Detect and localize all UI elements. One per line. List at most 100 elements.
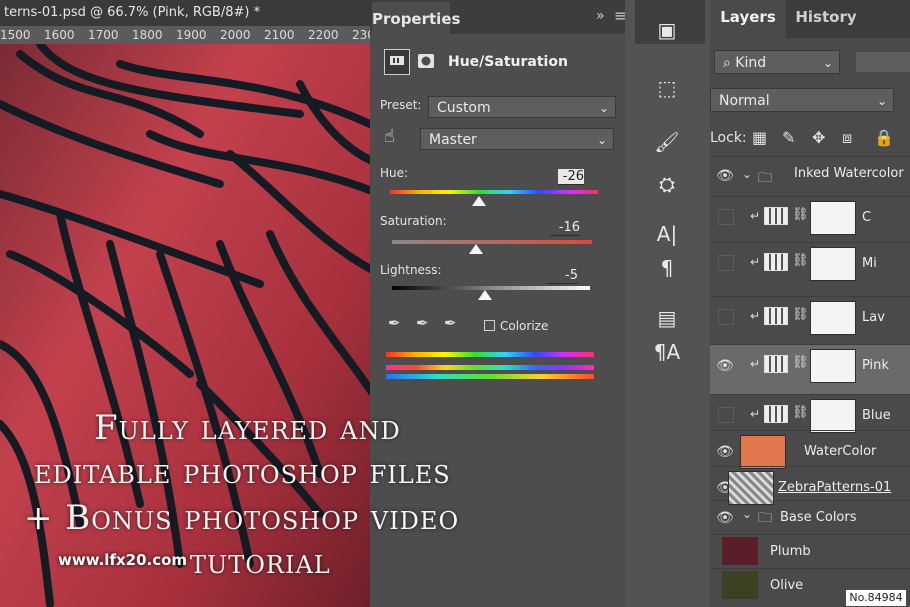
headline-line-4: tutorial [190,542,331,582]
layer-name: C [862,210,872,225]
eyedropper-icon[interactable]: ✒ [388,314,401,332]
layer-mask-thumbnail[interactable] [810,399,856,433]
hue-value-field[interactable]: -26 [558,169,584,185]
link-icon[interactable]: ⛓ [792,355,809,370]
preset-value: Custom [437,100,491,116]
lock-all-icon[interactable]: 🔒 [874,128,894,147]
item-number-badge: No.84984 [846,590,906,606]
libraries-icon[interactable]: ▣ [649,12,685,48]
layer-mask-thumbnail[interactable] [810,247,856,281]
channel-dropdown[interactable]: Master ⌄ [420,128,614,150]
eye-icon[interactable]: 👁 [710,345,740,387]
targeted-adjustment-hand-icon[interactable]: ☝ [384,126,395,147]
adjustment-icon [764,405,788,423]
chevron-down-icon: ⌄ [596,133,607,147]
layer-group-row[interactable]: 👁 ⌄ 🗀 Inked Watercolor [710,156,910,194]
3d-icon[interactable]: ⬚ [649,70,685,106]
clipping-arrow-icon: ↵ [750,209,761,223]
source-color-bar [386,352,594,357]
clipping-arrow-icon: ↵ [750,255,761,269]
brush-presets-icon[interactable]: 🖌 [649,124,685,160]
visibility-toggle[interactable] [718,309,734,325]
character-icon[interactable]: A| [649,216,685,252]
lightness-value-field[interactable]: -5 [548,268,578,284]
tab-history[interactable]: History [786,0,866,38]
clipping-arrow-icon: ↵ [750,407,761,421]
visibility-toggle[interactable] [718,255,734,271]
ruler-tick: 1800 [132,28,163,42]
colorize-checkbox[interactable] [484,320,495,331]
saturation-slider-track[interactable] [392,240,592,244]
horizontal-ruler: 1500160017001800190020002100220023002400 [0,26,380,44]
visibility-toggle[interactable] [718,407,734,423]
link-icon[interactable]: ⛓ [792,253,809,268]
hue-slider-track[interactable] [390,190,598,194]
paragraph-icon[interactable]: ¶ [649,250,685,286]
visibility-cell[interactable] [710,297,740,339]
preset-label: Preset: [380,98,422,112]
ruler-tick: 1600 [44,28,75,42]
layer-row-pink[interactable]: 👁 ↵ ⛓ Pink [710,344,910,394]
lock-transparent-icon[interactable]: ▦ [752,128,767,147]
layer-name: Pink [862,358,889,373]
ruler-tick: 2100 [264,28,295,42]
preset-dropdown[interactable]: Custom ⌄ [428,96,616,118]
chevron-down-icon: ⌄ [876,94,887,108]
result-color-bar-lower [386,374,594,379]
blend-mode-value: Normal [719,93,770,109]
visibility-toggle[interactable] [718,209,734,225]
eyedropper-add-icon[interactable]: ✒ [416,314,429,332]
properties-tab[interactable]: Properties [372,2,460,34]
layer-filter-kind[interactable]: ⌕ Kind ⌄ [714,50,840,74]
hue-label: Hue: [380,166,409,180]
layer-thumbnail[interactable] [728,471,774,505]
layer-mask-thumbnail[interactable] [810,349,856,383]
layer-row-zebrapatterns-01[interactable]: 👁↵ZebraPatterns-01 [710,466,910,510]
saturation-value-field[interactable]: -16 [550,220,580,236]
chevron-down-icon[interactable]: ⌄ [742,167,752,181]
lightness-slider-thumb[interactable] [478,290,493,300]
ruler-tick: 1500 [0,28,31,42]
visibility-cell[interactable] [710,197,740,239]
eyedropper-subtract-icon[interactable]: ✒ [444,314,457,332]
layer-row-mi[interactable]: ↵ ⛓ Mi [710,242,910,286]
search-icon: ⌕ [723,55,731,71]
color-fill-thumbnail [722,537,758,565]
layer-name: Mi [862,256,877,271]
character-styles-icon[interactable]: ▤ [649,300,685,336]
website-link[interactable]: www.lfx20.com [58,551,187,569]
colorize-label: Colorize [500,319,549,333]
link-icon[interactable]: ⛓ [792,405,809,420]
saturation-slider-thumb[interactable] [469,244,483,254]
channel-value: Master [429,132,477,148]
blend-mode-dropdown[interactable]: Normal ⌄ [710,88,894,112]
document-tab[interactable]: terns-01.psd @ 66.7% (Pink, RGB/8#) * [0,0,380,26]
link-icon[interactable]: ⛓ [792,307,809,322]
layer-row-lav[interactable]: ↵ ⛓ Lav [710,296,910,340]
layer-mask-thumbnail[interactable] [810,201,856,235]
layer-thumbnail[interactable] [740,435,786,469]
lock-position-icon[interactable]: ✥ [812,128,825,147]
lock-image-icon[interactable]: ✎ [782,128,795,147]
link-icon[interactable]: ⛓ [792,207,809,222]
layer-mask-icon[interactable] [414,49,438,73]
chevron-down-icon: ⌄ [598,101,609,115]
lightness-label: Lightness: [380,263,442,277]
tab-layers[interactable]: Layers [710,0,786,38]
clone-source-icon[interactable]: ⛭ [649,166,685,202]
layer-row-c[interactable]: ↵ ⛓ C [710,196,910,240]
visibility-cell[interactable] [710,243,740,285]
layer-mask-thumbnail[interactable] [810,301,856,335]
layer-row-plumb[interactable]: Plumb [710,534,910,568]
adjustment-icon [764,253,788,271]
paragraph-styles-icon[interactable]: ¶A [649,334,685,370]
filter-toggle-icon[interactable] [856,52,910,72]
collapse-icon[interactable]: » [596,8,605,24]
lock-artboard-icon[interactable]: ⧈ [842,128,852,148]
adjustment-layer-icon[interactable] [384,49,410,75]
lock-label: Lock: [710,130,747,146]
ruler-tick: 1700 [88,28,119,42]
eye-icon[interactable]: 👁 [710,157,740,195]
hue-slider-thumb[interactable] [472,196,487,206]
layer-name: Plumb [770,544,811,559]
